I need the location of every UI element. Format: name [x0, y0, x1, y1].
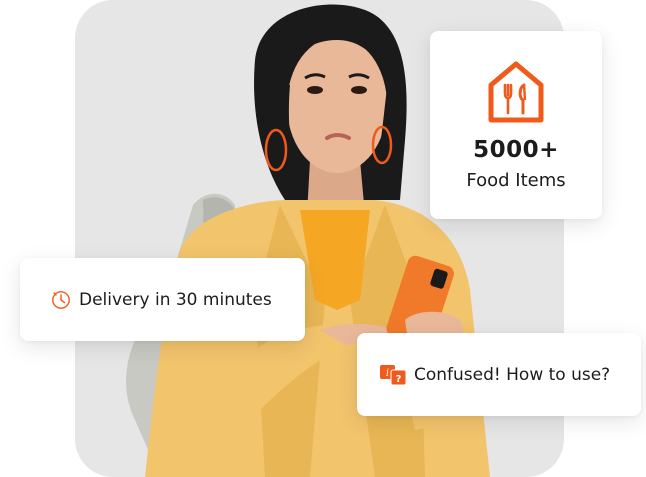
food-items-label: Food Items [466, 170, 566, 191]
hero-illustration: 5000+ Food Items Delivery in 30 minutes … [0, 0, 646, 477]
food-items-count: 5000+ [473, 137, 559, 163]
svg-text:i: i [386, 368, 389, 379]
help-card-text: Confused! How to use? [414, 364, 611, 385]
delivery-time-card: Delivery in 30 minutes [20, 258, 305, 341]
help-card: i ? Confused! How to use? [357, 333, 641, 416]
clock-icon [52, 290, 70, 309]
svg-text:?: ? [396, 374, 402, 385]
food-items-card: 5000+ Food Items [430, 31, 602, 219]
delivery-time-text: Delivery in 30 minutes [79, 289, 272, 310]
info-question-icon: i ? [380, 364, 407, 385]
restaurant-house-icon [488, 61, 544, 123]
